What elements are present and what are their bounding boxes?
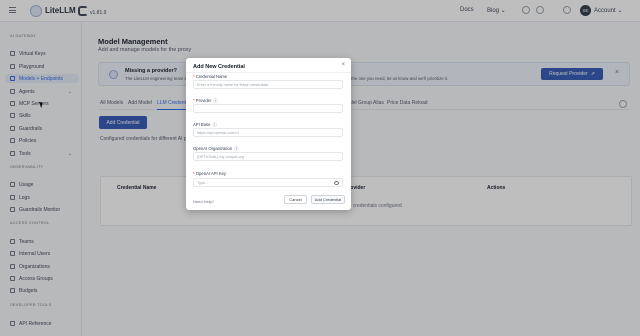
field-placeholder: https://api.openai.com/v1 bbox=[197, 130, 240, 135]
field-label-text: API Base bbox=[193, 122, 211, 127]
need-help-link[interactable]: Need Help? bbox=[193, 199, 214, 204]
field-label-text: Provider bbox=[195, 98, 212, 103]
modal-title: Add New Credential bbox=[193, 64, 245, 70]
field-label: * Credential Name bbox=[193, 74, 227, 79]
divider bbox=[186, 72, 351, 73]
field-label: * OpenAI API Key bbox=[193, 171, 226, 176]
field-openai-organization[interactable]: [OPTIONAL] my-unique-org bbox=[193, 152, 343, 161]
field-label-text: OpenAI Organization bbox=[193, 146, 233, 151]
info-icon[interactable]: ⓘ bbox=[234, 146, 238, 151]
field-label-text: OpenAI API Key bbox=[195, 171, 227, 176]
info-icon[interactable]: ⓘ bbox=[213, 98, 217, 103]
field-placeholder: Type... bbox=[197, 180, 209, 185]
field-placeholder: [OPTIONAL] my-unique-org bbox=[197, 154, 244, 159]
close-icon[interactable]: × bbox=[341, 62, 345, 68]
eye-icon[interactable] bbox=[334, 181, 339, 185]
field-openai-api-key[interactable]: Type... bbox=[193, 178, 343, 187]
submit-credential-button[interactable]: Add Credential bbox=[311, 195, 345, 204]
field-provider[interactable] bbox=[193, 104, 343, 113]
cancel-button[interactable]: Cancel bbox=[284, 195, 307, 204]
field-api-base[interactable]: https://api.openai.com/v1 bbox=[193, 128, 343, 137]
info-icon[interactable]: ⓘ bbox=[212, 122, 216, 127]
field-label-text: Credential Name bbox=[195, 74, 228, 79]
field-credential-name[interactable]: Enter a friendly name for these credenti… bbox=[193, 80, 343, 89]
field-placeholder: Enter a friendly name for these credenti… bbox=[197, 82, 269, 87]
add-credential-modal: Add New Credential × * Credential Name En… bbox=[186, 58, 351, 210]
